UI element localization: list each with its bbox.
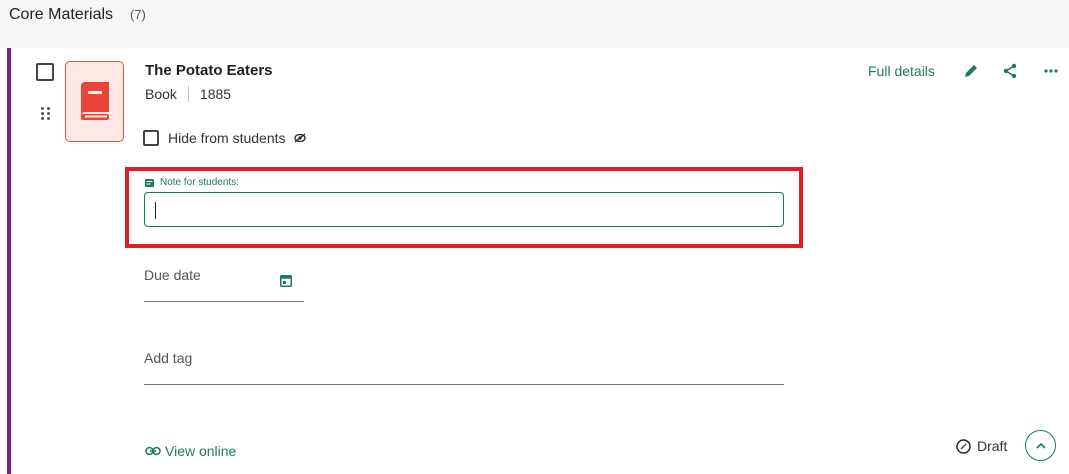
- calendar-icon[interactable]: [280, 274, 292, 292]
- hide-from-students-checkbox[interactable]: [143, 130, 159, 146]
- section-title: Core Materials: [9, 6, 114, 23]
- note-icon: [145, 178, 154, 187]
- collapse-button[interactable]: [1025, 430, 1056, 461]
- pencil-icon[interactable]: [961, 61, 981, 81]
- view-online-label[interactable]: View online: [165, 443, 236, 459]
- item-type: Book: [145, 86, 177, 102]
- item-year: 1885: [199, 86, 232, 102]
- meta-divider: [187, 86, 189, 102]
- item-thumbnail[interactable]: [65, 61, 124, 142]
- view-online-link[interactable]: View online: [145, 443, 236, 459]
- compass-icon: [956, 438, 971, 454]
- item-meta: Book 1885: [145, 86, 231, 102]
- section-count: (7): [130, 7, 146, 22]
- note-for-students-input[interactable]: [144, 192, 784, 227]
- text-caret: [155, 202, 156, 219]
- more-horizontal-icon[interactable]: [1041, 61, 1061, 81]
- status-badge: Draft: [956, 438, 1007, 454]
- eye-off-icon: [293, 133, 306, 143]
- due-date-label[interactable]: Due date: [144, 267, 201, 283]
- chevron-up-icon: [1035, 442, 1046, 449]
- reading-item-card: The Potato Eaters Book 1885 Full details…: [7, 48, 1069, 474]
- note-label-text: Note for students:: [160, 177, 239, 188]
- hide-from-students-label[interactable]: Hide from students: [168, 130, 286, 146]
- add-tag-underline: [144, 384, 784, 385]
- note-for-students-label: Note for students:: [145, 177, 239, 188]
- hide-from-students-row[interactable]: Hide from students: [143, 130, 306, 146]
- link-icon: [145, 446, 161, 456]
- section-header: Core Materials (7): [0, 0, 1069, 48]
- select-item-checkbox[interactable]: [36, 63, 54, 81]
- add-tag-label[interactable]: Add tag: [144, 350, 192, 366]
- share-icon[interactable]: [1000, 61, 1020, 81]
- full-details-link[interactable]: Full details: [868, 63, 935, 79]
- item-title[interactable]: The Potato Eaters: [145, 62, 273, 79]
- status-label: Draft: [977, 438, 1008, 454]
- due-date-underline: [144, 301, 304, 302]
- drag-handle-icon[interactable]: [41, 107, 51, 121]
- book-icon: [80, 81, 109, 120]
